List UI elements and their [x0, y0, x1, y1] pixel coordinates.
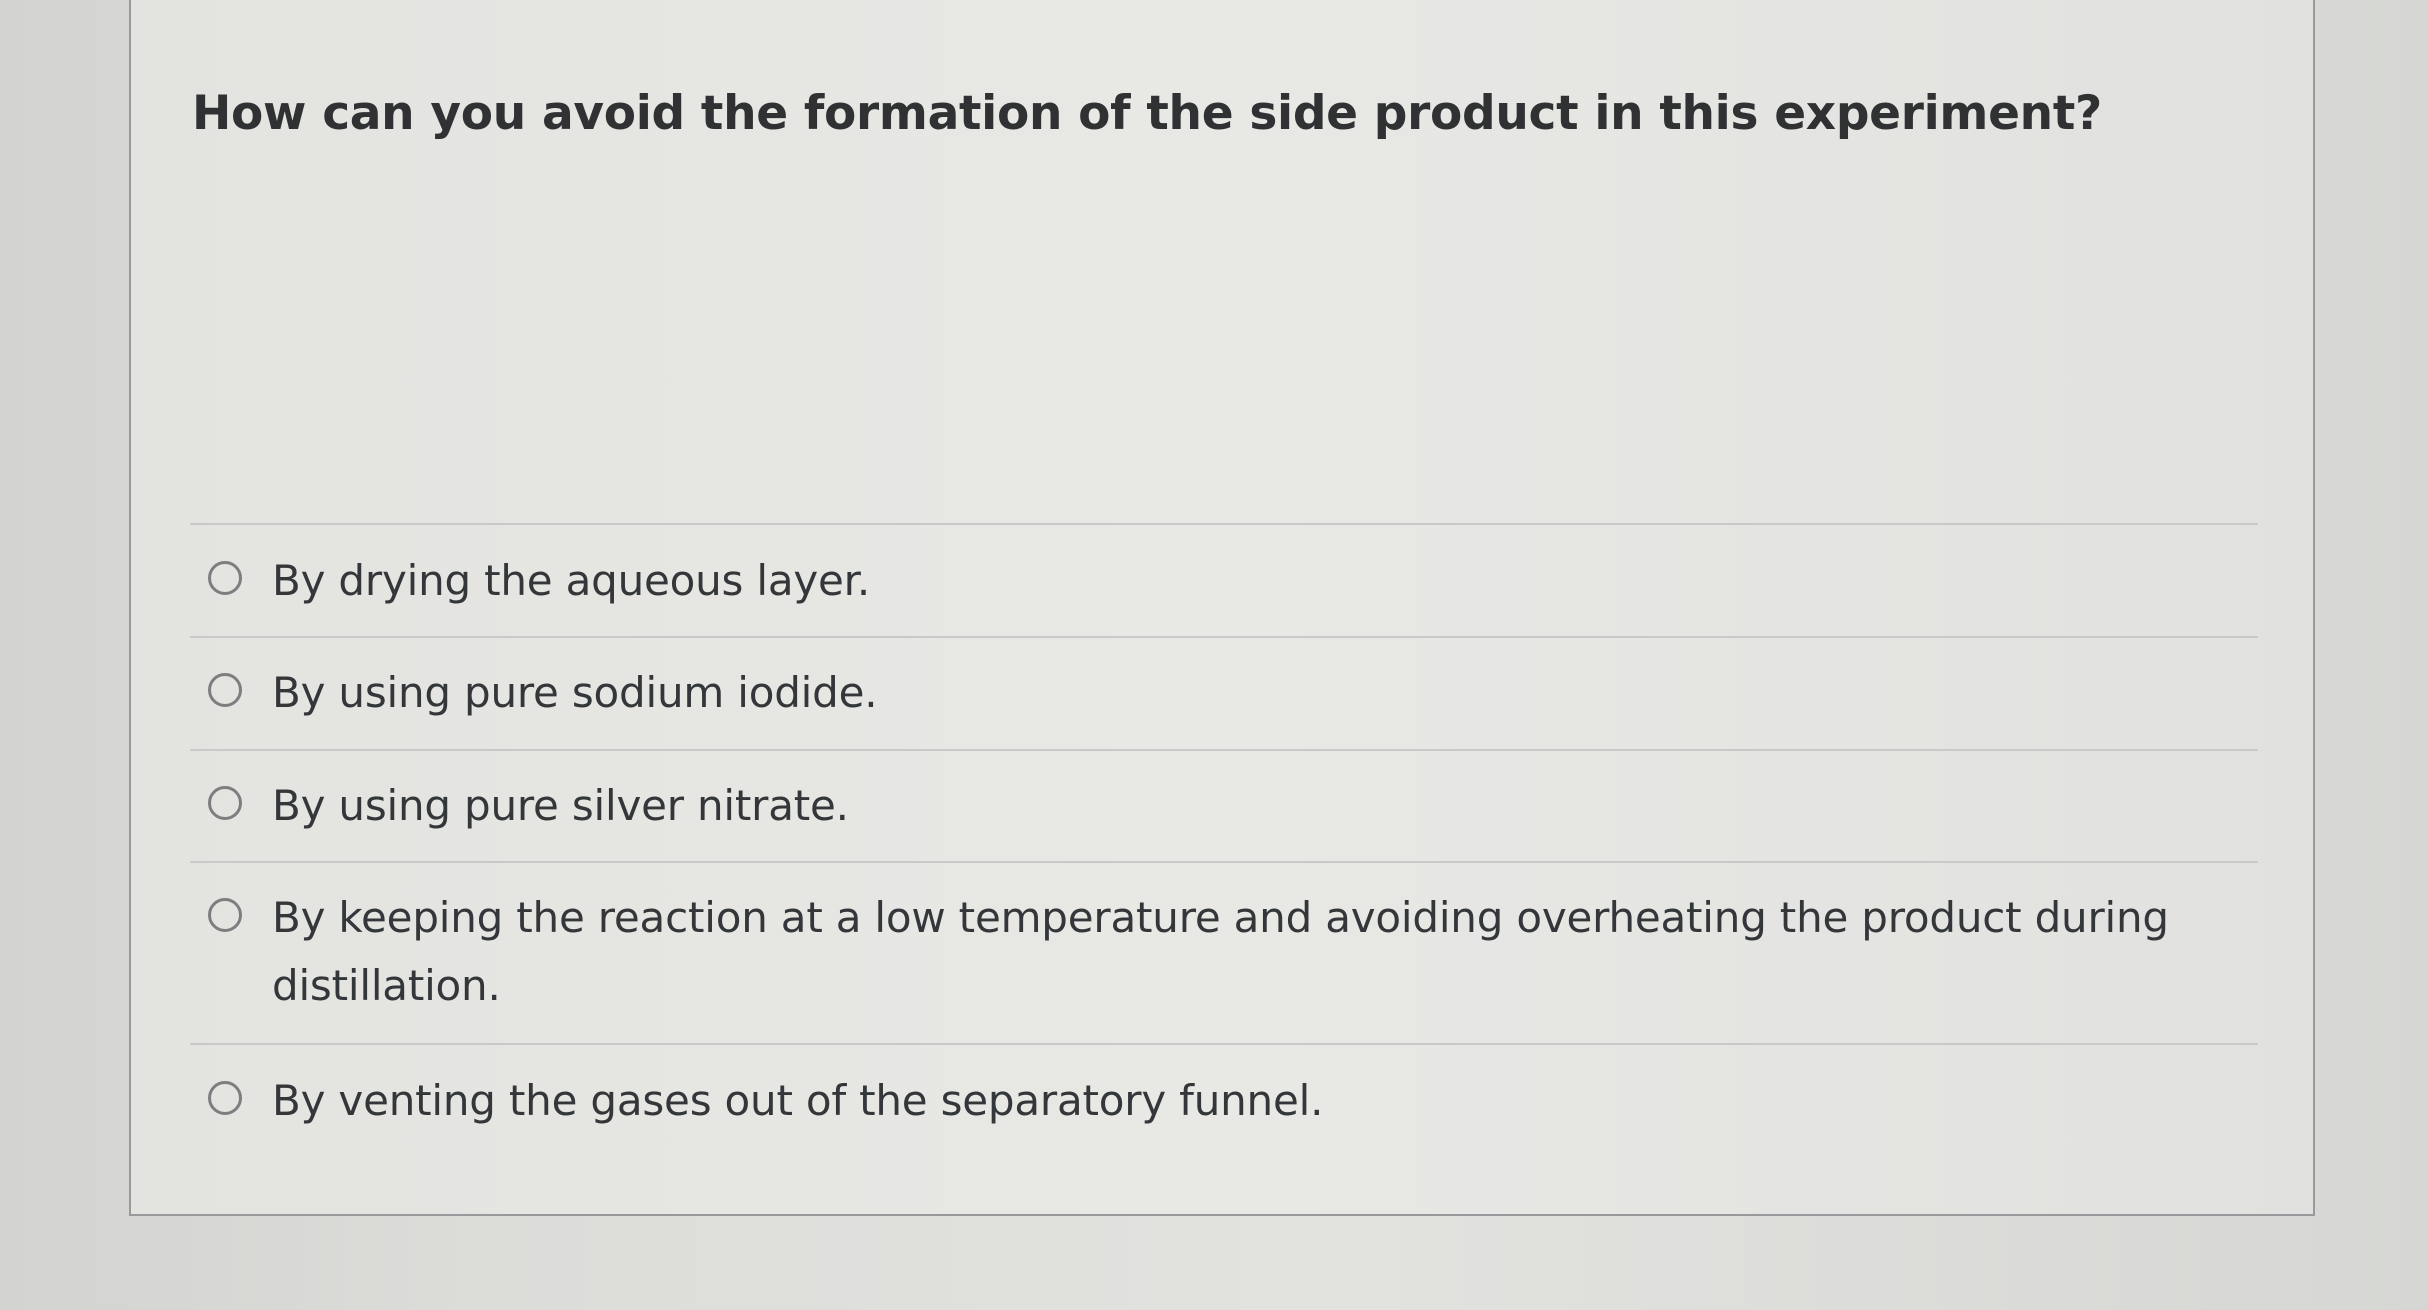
divider: [190, 523, 2258, 525]
answer-option-label: By using pure sodium iodide.: [272, 668, 878, 717]
divider: [190, 636, 2258, 638]
question-text: How can you avoid the formation of the s…: [192, 86, 2102, 141]
divider: [190, 749, 2258, 751]
answer-option-label: By venting the gases out of the separato…: [272, 1076, 1324, 1125]
question-card: How can you avoid the formation of the s…: [129, 0, 2315, 1216]
divider: [190, 1043, 2258, 1045]
answer-option-label: By drying the aqueous layer.: [272, 556, 871, 605]
radio-button-1[interactable]: [208, 561, 242, 595]
divider: [190, 861, 2258, 863]
radio-button-5[interactable]: [208, 1081, 242, 1115]
radio-button-3[interactable]: [208, 786, 242, 820]
answer-option-label: By using pure silver nitrate.: [272, 781, 849, 830]
answer-option-label: By keeping the reaction at a low tempera…: [272, 893, 2169, 1010]
radio-button-4[interactable]: [208, 898, 242, 932]
radio-button-2[interactable]: [208, 673, 242, 707]
